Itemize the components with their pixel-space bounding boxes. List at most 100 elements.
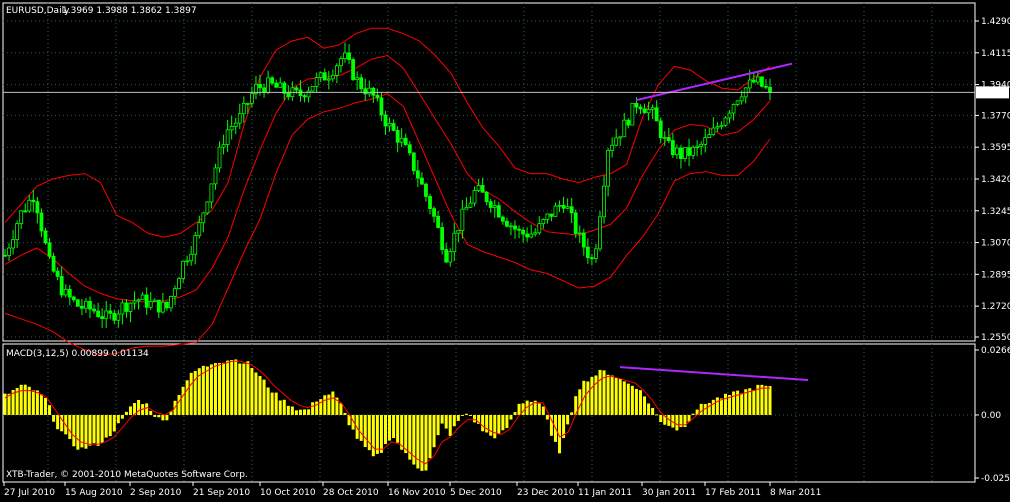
macd-bar — [452, 414, 456, 427]
macd-bar — [509, 414, 513, 420]
macd-bar — [250, 368, 254, 415]
candle — [355, 71, 360, 91]
candle — [47, 238, 52, 259]
candle — [326, 70, 331, 90]
candle — [509, 222, 513, 236]
macd-bar — [699, 403, 703, 415]
candle-body — [391, 123, 396, 131]
candle — [152, 298, 157, 302]
candle-body — [75, 299, 80, 307]
macd-bar — [303, 409, 307, 415]
candle-body — [395, 130, 400, 143]
candle — [464, 197, 469, 210]
candle-body — [500, 216, 505, 222]
candle — [675, 144, 679, 159]
candle — [731, 103, 736, 121]
candle — [302, 93, 307, 103]
candle-body — [383, 114, 388, 127]
candle — [3, 249, 7, 257]
macd-bar — [740, 393, 744, 415]
candle — [436, 210, 440, 229]
y-tick-label: 1.3245 — [981, 207, 1010, 217]
candle-body — [731, 104, 736, 114]
candle — [363, 78, 368, 101]
candle — [274, 79, 279, 88]
macd-bar — [614, 377, 618, 415]
candle-body — [262, 87, 266, 93]
macd-bar — [92, 414, 96, 444]
candle-body — [128, 302, 133, 312]
candle — [622, 113, 627, 138]
candle — [529, 224, 534, 239]
candle — [760, 76, 764, 88]
candle — [452, 222, 457, 262]
x-tick-label: 23 Dec 2010 — [517, 488, 575, 498]
candle-body — [658, 120, 663, 139]
candle-body — [11, 239, 15, 249]
candle-body — [687, 147, 691, 156]
macd-bar — [108, 414, 112, 437]
candle — [500, 215, 505, 225]
candle — [650, 104, 655, 120]
candle-body — [561, 204, 566, 209]
candle-body — [229, 126, 234, 131]
candle-body — [173, 288, 177, 297]
candle-body — [476, 185, 481, 191]
macd-bar — [675, 414, 679, 431]
candle — [577, 225, 582, 244]
candle — [723, 116, 728, 127]
candle-body — [529, 233, 534, 238]
macd-bar — [189, 372, 193, 415]
candle-body — [132, 300, 137, 304]
candle-body — [185, 260, 190, 263]
macd-bar — [396, 414, 400, 443]
candle-body — [330, 74, 335, 80]
candle-body — [55, 270, 60, 277]
candle-body — [148, 301, 153, 308]
candle — [371, 86, 376, 104]
candle-body — [618, 136, 623, 139]
candle — [80, 298, 84, 316]
macd-bar — [76, 414, 80, 450]
candle-body — [492, 205, 497, 208]
candle — [585, 238, 590, 264]
candle-body — [751, 79, 756, 83]
candle-body — [719, 124, 724, 128]
candle-body — [517, 228, 521, 231]
candle — [735, 100, 740, 107]
macd-bar — [473, 414, 477, 423]
candle-body — [537, 223, 542, 234]
candle — [51, 252, 56, 273]
macd-bar — [371, 414, 375, 457]
candle-body — [662, 137, 667, 139]
macd-bar — [222, 362, 226, 415]
candle-body — [646, 109, 651, 114]
candle — [359, 73, 364, 93]
candle — [173, 285, 177, 306]
macd-bar — [598, 369, 602, 415]
candle-body — [318, 72, 323, 78]
candle — [96, 302, 100, 318]
macd-bar — [404, 414, 408, 454]
candle — [432, 206, 436, 223]
macd-bar — [383, 414, 387, 445]
candle-body — [642, 108, 647, 114]
macd-bar — [161, 414, 165, 421]
macd-bar — [659, 414, 663, 423]
candle-body — [452, 232, 457, 253]
candle — [148, 291, 153, 310]
candle — [719, 121, 724, 130]
macd-bar — [367, 414, 371, 451]
candle-body — [177, 278, 181, 290]
candle — [15, 220, 20, 248]
y-tick-label: 1.2720 — [981, 302, 1010, 312]
candle-body — [403, 137, 408, 146]
candle — [602, 175, 606, 224]
candle-body — [144, 294, 149, 308]
macd-trendline — [619, 366, 809, 382]
macd-y-tick-label: 0.02661 — [981, 346, 1010, 356]
chart-canvas: 1.42901.41151.39401.37701.35951.34201.32… — [2, 2, 1010, 498]
macd-bar — [468, 414, 472, 416]
candle-body — [116, 313, 121, 321]
candle-body — [3, 254, 7, 257]
